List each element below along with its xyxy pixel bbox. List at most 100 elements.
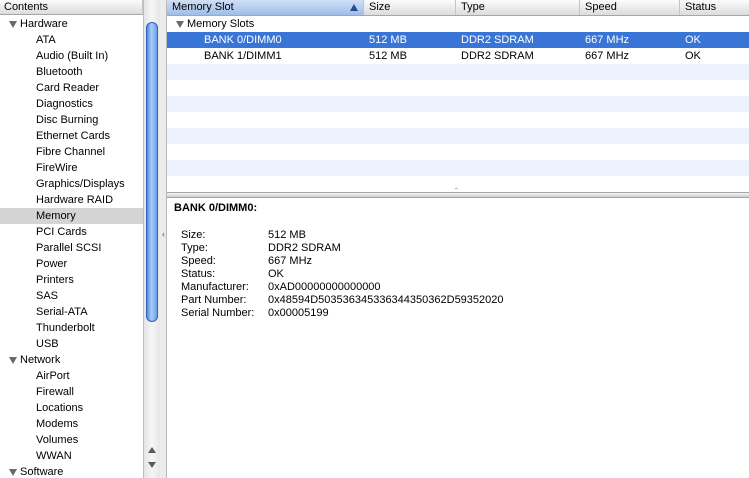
- detail-pane: BANK 0/DIMM0: Size: 512 MB Type: DDR2 SDRAM…: [167, 198, 749, 478]
- sidebar-item-printers[interactable]: Printers: [0, 272, 143, 288]
- sidebar-item-label: WWAN: [36, 450, 72, 462]
- sidebar-item-airport[interactable]: AirPort: [0, 368, 143, 384]
- property-key: Manufacturer:: [181, 281, 249, 293]
- sidebar-item-label: Volumes: [36, 434, 79, 446]
- disclosure-triangle-icon[interactable]: [9, 469, 17, 476]
- cell-type: DDR2 SDRAM: [461, 50, 534, 62]
- sidebar-header[interactable]: Contents: [0, 0, 143, 15]
- empty-row: [167, 96, 749, 112]
- disclosure-triangle-icon[interactable]: [9, 21, 17, 28]
- table-body: Memory Slots BANK 0/DIMM0 512 MB DDR2 SDRA…: [167, 16, 749, 192]
- sidebar-item-fibre-channel[interactable]: Fibre Channel: [0, 144, 143, 160]
- empty-row: [167, 160, 749, 176]
- sidebar-item-modems[interactable]: Modems: [0, 416, 143, 432]
- sidebar-item-memory[interactable]: Memory: [0, 208, 143, 224]
- sidebar-group-software[interactable]: Software: [0, 464, 143, 478]
- sidebar-item-pci-cards[interactable]: PCI Cards: [0, 224, 143, 240]
- empty-row: [167, 80, 749, 96]
- cell-status: OK: [685, 50, 701, 62]
- sidebar-item-label: Thunderbolt: [36, 322, 95, 334]
- sidebar-group-hardware[interactable]: Hardware: [0, 16, 143, 32]
- sidebar-item-locations[interactable]: Locations: [0, 400, 143, 416]
- sidebar-item-usb[interactable]: USB: [0, 336, 143, 352]
- property-value: 0x48594D503536345336344350362D59352020: [268, 294, 504, 306]
- empty-row: [167, 112, 749, 128]
- column-header-size[interactable]: Size: [364, 0, 456, 15]
- sidebar-item-sas[interactable]: SAS: [0, 288, 143, 304]
- sidebar-item-hardware-raid[interactable]: Hardware RAID: [0, 192, 143, 208]
- column-header-speed[interactable]: Speed: [580, 0, 680, 15]
- property-value: OK: [268, 268, 284, 280]
- column-header-memory-slot[interactable]: Memory Slot: [167, 0, 364, 15]
- column-header-type[interactable]: Type: [456, 0, 580, 15]
- sidebar-item-bluetooth[interactable]: Bluetooth: [0, 64, 143, 80]
- group-label: Memory Slots: [187, 18, 255, 30]
- detail-property: Part Number: 0x48594D50353634533634435036…: [181, 294, 504, 307]
- sidebar-item-firewire[interactable]: FireWire: [0, 160, 143, 176]
- detail-title: BANK 0/DIMM0:: [174, 202, 258, 214]
- sidebar-item-label: Software: [20, 466, 64, 478]
- detail-property: Speed: 667 MHz: [181, 255, 504, 268]
- table-group-row[interactable]: Memory Slots: [167, 16, 749, 32]
- sidebar: Contents Hardware ATA Audio (Built In) Blue…: [0, 0, 161, 478]
- cell-status: OK: [685, 34, 701, 46]
- column-header-label: Memory Slot: [172, 1, 234, 13]
- property-value: 0xAD00000000000000: [268, 281, 381, 293]
- sidebar-item-firewall[interactable]: Firewall: [0, 384, 143, 400]
- sidebar-item-label: Modems: [36, 418, 79, 430]
- sidebar-item-label: ATA: [36, 34, 56, 46]
- detail-property: Manufacturer: 0xAD00000000000000: [181, 281, 504, 294]
- sidebar-scrollbar[interactable]: [143, 0, 160, 478]
- property-key: Speed:: [181, 255, 216, 267]
- property-key: Size:: [181, 229, 206, 241]
- empty-row: [167, 176, 749, 192]
- sort-ascending-icon: [350, 4, 358, 11]
- sidebar-item-thunderbolt[interactable]: Thunderbolt: [0, 320, 143, 336]
- sidebar-item-serial-ata[interactable]: Serial-ATA: [0, 304, 143, 320]
- sidebar-item-volumes[interactable]: Volumes: [0, 432, 143, 448]
- sidebar-item-label: Printers: [36, 274, 74, 286]
- column-header-status[interactable]: Status: [680, 0, 749, 15]
- sidebar-item-card-reader[interactable]: Card Reader: [0, 80, 143, 96]
- sidebar-item-label: Bluetooth: [36, 66, 83, 78]
- cell-speed: 667 MHz: [585, 50, 630, 62]
- sidebar-item-power[interactable]: Power: [0, 256, 143, 272]
- sidebar-item-ata[interactable]: ATA: [0, 32, 143, 48]
- sidebar-group-network[interactable]: Network: [0, 352, 143, 368]
- sidebar-item-graphics-displays[interactable]: Graphics/Displays: [0, 176, 143, 192]
- sidebar-item-label: Disc Burning: [36, 114, 99, 126]
- sidebar-item-disc-burning[interactable]: Disc Burning: [0, 112, 143, 128]
- disclosure-triangle-icon[interactable]: [176, 21, 184, 28]
- sidebar-item-ethernet-cards[interactable]: Ethernet Cards: [0, 128, 143, 144]
- table-row[interactable]: BANK 0/DIMM0 512 MB DDR2 SDRAM 667 MHz OK: [167, 32, 749, 48]
- sidebar-item-label: FireWire: [36, 162, 78, 174]
- scroll-up-arrow-icon[interactable]: [148, 447, 156, 453]
- sidebar-item-parallel-scsi[interactable]: Parallel SCSI: [0, 240, 143, 256]
- scroll-down-arrow-icon[interactable]: [148, 462, 156, 468]
- disclosure-triangle-icon[interactable]: [9, 357, 17, 364]
- table-row[interactable]: BANK 1/DIMM1 512 MB DDR2 SDRAM 667 MHz OK: [167, 48, 749, 64]
- property-key: Serial Number:: [181, 307, 255, 319]
- sidebar-item-label: USB: [36, 338, 59, 350]
- sidebar-item-label: Card Reader: [36, 82, 99, 94]
- pane-splitter[interactable]: ‹: [160, 0, 167, 478]
- sidebar-scroll-thumb[interactable]: [146, 22, 158, 322]
- sidebar-item-wwan[interactable]: WWAN: [0, 448, 143, 464]
- sidebar-item-label: Parallel SCSI: [36, 242, 102, 254]
- splitter-handle-icon[interactable]: ‹: [160, 229, 167, 239]
- sidebar-item-label: Audio (Built In): [36, 50, 109, 62]
- property-value: 512 MB: [268, 229, 306, 241]
- sidebar-item-label: AirPort: [36, 370, 70, 382]
- sidebar-item-audio-built-in[interactable]: Audio (Built In): [0, 48, 143, 64]
- empty-row: [167, 144, 749, 160]
- sidebar-item-label: Power: [36, 258, 68, 270]
- sidebar-item-diagnostics[interactable]: Diagnostics: [0, 96, 143, 112]
- cell-size: 512 MB: [369, 34, 407, 46]
- sidebar-item-label: Fibre Channel: [36, 146, 106, 158]
- sidebar-item-label: Serial-ATA: [36, 306, 88, 318]
- sidebar-item-label: Network: [20, 354, 61, 366]
- cell-speed: 667 MHz: [585, 34, 630, 46]
- property-value: 0x00005199: [268, 307, 329, 319]
- sidebar-item-label: Graphics/Displays: [36, 178, 125, 190]
- property-value: DDR2 SDRAM: [268, 242, 341, 254]
